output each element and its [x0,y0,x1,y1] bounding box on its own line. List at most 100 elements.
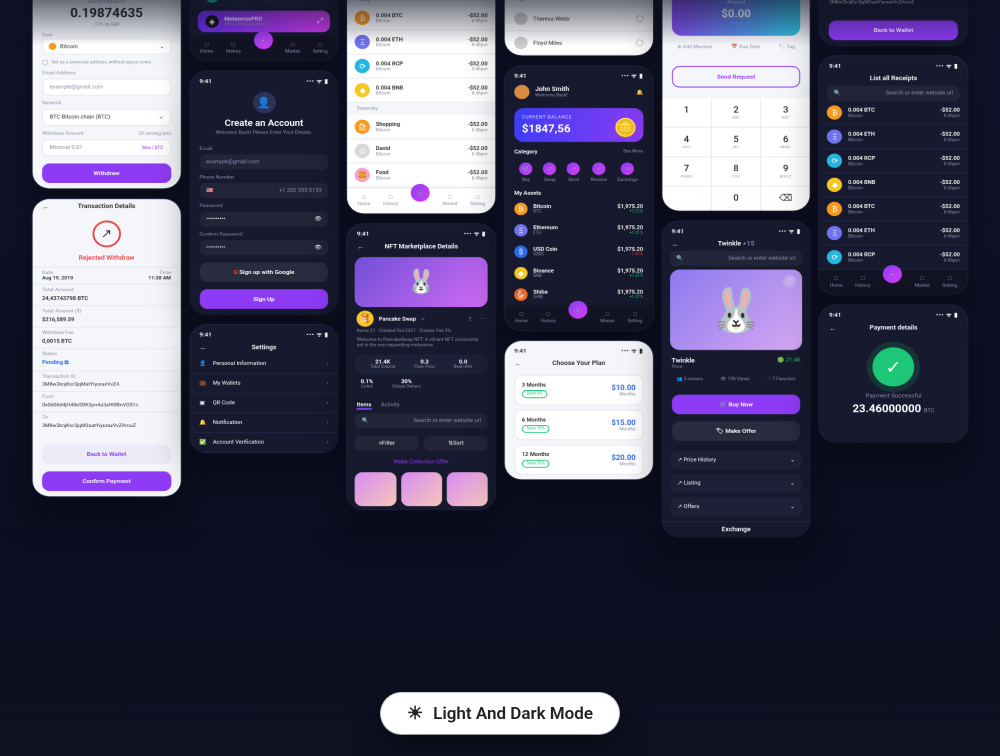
scan-fab[interactable]: ⦿ [254,31,273,49]
tab-activity[interactable]: Activity [381,402,400,410]
keypad-key[interactable]: 3DEF [761,98,810,127]
phone-input[interactable]: 🇺🇸+1 202 555 0193 [199,183,328,198]
defi-item[interactable]: ▶ PlayDapp MarketPLAcehttps://market.pla… [198,0,331,7]
receipt-row[interactable]: Ξ0.004 ETHBitcoin-$52.006:46pm [820,125,968,149]
plan-option[interactable]: 3 MonthsSave 5%$10.00Months [514,375,643,405]
bell-icon[interactable]: 🔔 [636,89,643,95]
see-more-link[interactable]: See More [623,149,643,155]
nav-market[interactable]: ▢Market [915,276,930,288]
settings-item[interactable]: 💼My Wallets› [190,374,338,394]
back-icon[interactable]: ← [357,243,365,251]
accordion-price-history[interactable]: ↗ Price History⌄ [670,451,803,470]
transaction-row[interactable]: 🛍ShoppingBitcoin-$52.006:46pm [347,115,495,139]
email-input[interactable]: example@gmail.com [199,154,328,169]
receipt-row[interactable]: Ξ0.004 ETHBitcoin-$52.006:46pm [820,221,968,245]
contact-row[interactable]: Eleanor Pena [505,0,653,7]
back-icon[interactable]: ← [514,360,522,368]
withdraw-button[interactable]: Withdraw [42,163,171,183]
nav-history[interactable]: ▢History [541,312,556,324]
nav-setting[interactable]: ▢Setting [627,312,642,324]
tab-items[interactable]: Items [357,402,372,410]
buy-now-button[interactable]: 🛒 Buy Now [672,395,801,415]
category-exchange[interactable]: ⇋Exchange [617,162,638,183]
signup-button[interactable]: Sign Up [199,289,328,309]
make-offer-link[interactable]: Make Collection Offer [347,455,495,468]
confirm-payment-button[interactable]: Confirm Payment [42,471,171,491]
transaction-row[interactable]: ◎DavidBitcoin-$52.006:46pm [347,139,495,163]
nav-history[interactable]: ▢History [855,276,870,288]
transaction-row[interactable]: ◆0.004 BNBBitcoin-$52.006:46pm [347,79,495,103]
contact-row[interactable]: Theresa Webb [505,7,653,31]
category-send[interactable]: ↗Send [567,162,580,183]
amount-input[interactable]: Minimal 0.01Max | BTC [42,139,171,156]
category-swap[interactable]: ⇄Swap [543,162,556,183]
pending-link[interactable]: Pending ⧉ [33,360,181,371]
request-option[interactable]: 🏷 Tag [779,45,795,50]
favorite-button[interactable]: ♡ [783,275,796,287]
search-input[interactable]: 🔍Search or enter website url [827,86,960,101]
network-select[interactable]: BTC Bitcoin chain (BTC)⌄ [42,109,171,126]
nav-market[interactable]: ▢Market [443,195,458,207]
nft-card[interactable] [355,472,396,506]
plan-option[interactable]: 6 MonthsSave 10%$15.00Months [514,410,643,440]
keypad-key[interactable]: 7PQRS [662,157,711,186]
nft-search-input[interactable]: 🔍Search or enter website url [355,413,488,428]
asset-row[interactable]: ◆BinanceBNB$1,975.20+1.31% [505,262,653,283]
share-icon[interactable]: ⇪ [468,316,473,322]
more-icon[interactable]: ⋯ [480,316,486,322]
nav-setting[interactable]: ▢Setting [470,195,485,207]
nft-card[interactable] [447,472,488,506]
keypad-key[interactable]: 4GHI [662,128,711,157]
receipt-row[interactable]: ◆0.004 BNBBitcoin-$52.006:46pm [820,173,968,197]
nav-menus[interactable]: ▢Menus [600,312,614,324]
request-option[interactable]: 📅 Due Date [731,45,760,50]
keypad-key[interactable]: 6MNO [761,128,810,157]
nav-setting[interactable]: ▢Setting [942,276,957,288]
plan-option[interactable]: 12 MonthsSave 20%$20.00Months [514,445,643,475]
asset-row[interactable]: $USD CoinUSDC$1,975.20-1.31% [505,241,653,262]
receipt-row[interactable]: ⟳0.004 RCPBitcoin-$52.006:46pm [820,149,968,173]
keypad-key[interactable]: ⌫ [761,187,810,211]
eye-icon[interactable]: 👁 [314,245,321,251]
settings-item[interactable]: ✅Account Verification› [190,433,338,453]
nav-history[interactable]: ▢History [383,195,398,207]
filter-button[interactable]: ≡ Filter [355,436,419,451]
coin-select[interactable]: Bitcoin⌄ [42,38,171,54]
google-signup-button[interactable]: G Sign up with Google [199,262,328,282]
keypad-key[interactable]: 1 [662,98,711,127]
asset-row[interactable]: ₿BitcoinBTC$1,975.20+1.31% [505,198,653,219]
scan-fab[interactable]: ⦿ [411,184,430,202]
nft-card[interactable] [401,472,442,506]
email-input[interactable]: example@gmail.com [42,79,171,96]
keypad-key[interactable]: 5JKL [712,128,761,157]
settings-item[interactable]: 👤Personal Information› [190,354,338,374]
eye-icon[interactable]: 👁 [314,216,321,222]
back-icon[interactable]: ← [672,240,680,248]
category-buy[interactable]: 🛒Buy [519,162,532,183]
back-icon[interactable]: ← [199,344,207,352]
search-input[interactable]: 🔍Search or enter website url [670,251,803,266]
settings-item[interactable]: 🔔Notification› [190,413,338,433]
scan-fab[interactable]: ⦿ [568,301,587,319]
accordion-offers[interactable]: ↗ Offers⌄ [670,497,803,516]
nav-home[interactable]: ▢Home [200,42,213,54]
defi-item[interactable]: ◈ MetaversePROhttps://metaversepro.io ⤢ [198,11,331,32]
back-to-wallet-button[interactable]: Back to Wallet [829,21,958,41]
nav-setting[interactable]: ▢Setting [313,42,328,54]
sort-button[interactable]: ⇅ Sort [424,436,488,451]
send-request-button[interactable]: Send Request [672,66,801,87]
password-input[interactable]: ••••••••••👁 [199,212,328,227]
universal-checkbox[interactable]: Set as a universal address, without spec… [42,60,171,65]
keypad-key[interactable]: 9WXYZ [761,157,810,186]
receipt-row[interactable]: ₿0.004 BTCBitcoin-$52.006:46pm [820,197,968,221]
keypad-key[interactable] [662,187,711,211]
keypad-key[interactable]: 2ABC [712,98,761,127]
keypad-key[interactable]: 0 [712,187,761,211]
confirm-password-input[interactable]: ••••••••••👁 [199,240,328,255]
receipt-row[interactable]: ₿0.004 BTCBitcoin-$52.006:46pm [820,101,968,125]
category-receive[interactable]: ↙Receive [591,162,607,183]
transaction-row[interactable]: ⟳0.004 RCPBitcoin-$52.006:46pm [347,54,495,78]
transaction-row[interactable]: Ξ0.004 ETHBitcoin-$52.006:46pm [347,30,495,54]
keypad-key[interactable]: 8TUV [712,157,761,186]
scan-fab[interactable]: ⦿ [883,265,902,283]
